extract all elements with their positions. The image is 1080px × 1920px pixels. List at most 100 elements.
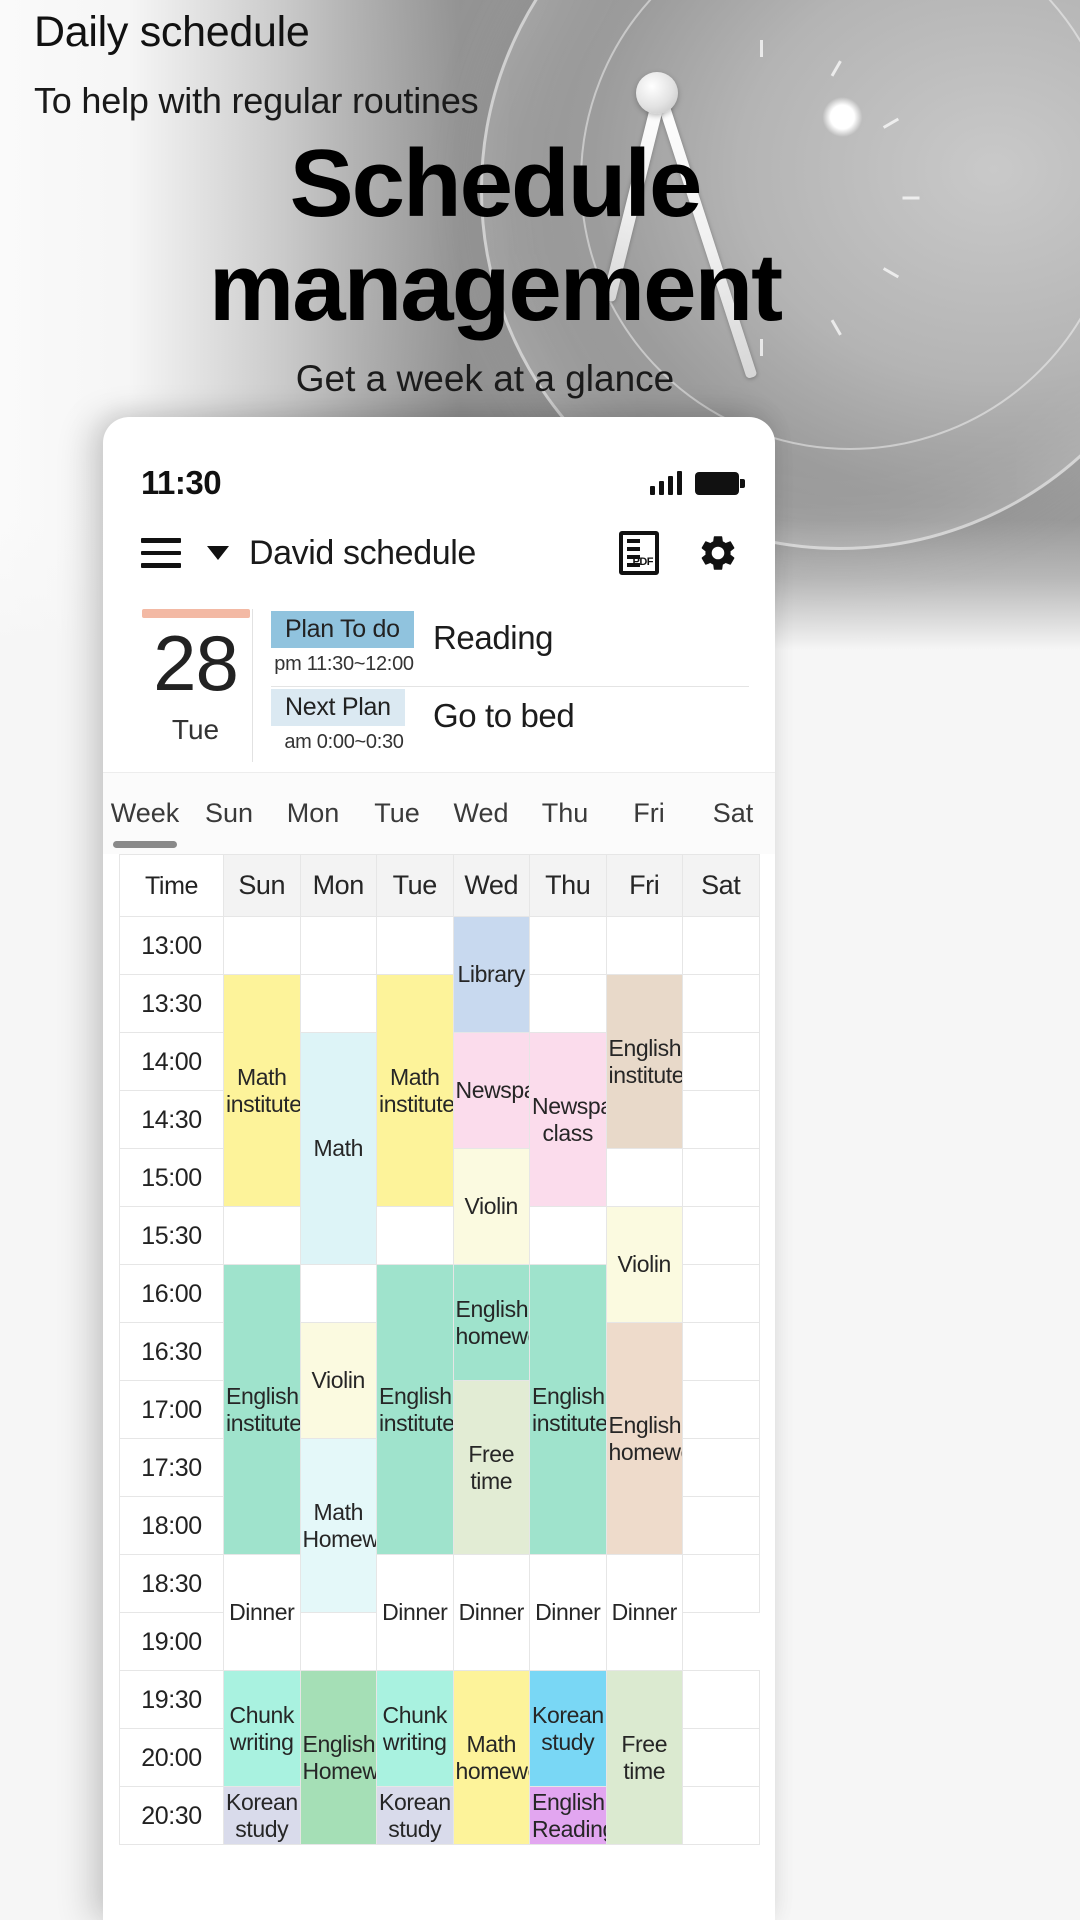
week-tab-fri[interactable]: Fri [607, 773, 691, 854]
schedule-empty-cell[interactable] [605, 916, 683, 975]
schedule-event-label: Free time [468, 1441, 515, 1494]
week-tab-sat[interactable]: Sat [691, 773, 775, 854]
schedule-empty-cell[interactable] [223, 916, 301, 975]
schedule-event-cell[interactable]: Violin [452, 1148, 530, 1265]
schedule-event-label: Math homework [455, 1731, 529, 1784]
week-tab-week[interactable]: Week [103, 773, 187, 854]
schedule-event-cell[interactable]: English Homework [299, 1670, 377, 1845]
schedule-event-cell[interactable]: Free time [452, 1380, 530, 1555]
schedule-event-label: Korean study [532, 1702, 604, 1755]
schedule-event-cell[interactable]: English institute [376, 1264, 454, 1555]
plan-row-current[interactable]: Plan To do pm 11:30~12:00 Reading [271, 609, 749, 687]
hamburger-menu-icon[interactable] [141, 538, 181, 568]
schedule-time-label: 13:00 [119, 916, 224, 975]
schedule-empty-cell[interactable] [529, 974, 607, 1033]
schedule-event-cell[interactable]: Dinner [452, 1554, 530, 1671]
schedule-empty-cell[interactable] [223, 1206, 301, 1265]
schedule-empty-cell[interactable] [682, 1786, 760, 1845]
schedule-event-cell[interactable]: Violin [299, 1322, 377, 1439]
schedule-event-cell[interactable]: Chunk writing [376, 1670, 454, 1787]
schedule-empty-cell[interactable] [376, 1206, 454, 1265]
schedule-event-cell[interactable]: English institute [605, 974, 683, 1149]
schedule-time-label: 16:30 [119, 1322, 224, 1381]
pdf-export-icon[interactable]: PDF [619, 531, 659, 575]
schedule-empty-cell[interactable] [682, 1496, 760, 1555]
schedule-empty-cell[interactable] [682, 1032, 760, 1091]
schedule-title[interactable]: David schedule [249, 534, 603, 573]
schedule-empty-cell[interactable] [299, 974, 377, 1033]
schedule-empty-cell[interactable] [299, 1264, 377, 1323]
week-tab-thu[interactable]: Thu [523, 773, 607, 854]
schedule-event-cell[interactable]: Math [299, 1032, 377, 1265]
schedule-event-cell[interactable]: Newspaper class [529, 1032, 607, 1207]
schedule-row: 15:30 Violin [119, 1206, 760, 1323]
schedule-empty-cell[interactable] [682, 1554, 760, 1613]
schedule-empty-cell[interactable] [682, 974, 760, 1033]
gear-icon[interactable] [697, 532, 739, 574]
schedule-empty-cell[interactable] [682, 1670, 760, 1729]
schedule-empty-cell[interactable] [299, 916, 377, 975]
schedule-empty-cell[interactable] [682, 916, 760, 975]
schedule-col-header-time: Time [119, 854, 224, 917]
schedule-event-cell[interactable]: Math institute [223, 974, 301, 1207]
schedule-event-label: Dinner [382, 1599, 448, 1626]
schedule-event-cell[interactable]: English homework [452, 1264, 530, 1381]
hero-tagline: Get a week at a glance [295, 358, 675, 399]
schedule-event-cell[interactable]: Korean study [223, 1786, 301, 1845]
schedule-event-cell[interactable]: Korean study [376, 1786, 454, 1845]
schedule-empty-cell[interactable] [529, 1206, 607, 1265]
plan-left-next: Next Plan am 0:00~0:30 [271, 689, 417, 754]
hero-subkicker: To help with regular routines [34, 80, 479, 121]
status-bar: 11:30 [103, 417, 775, 517]
schedule-event-cell[interactable]: Dinner [376, 1554, 454, 1671]
schedule-empty-cell[interactable] [682, 1728, 760, 1787]
schedule-event-cell[interactable]: English institute [223, 1264, 301, 1555]
schedule-event-cell[interactable]: Dinner [605, 1554, 683, 1671]
plan-row-next[interactable]: Next Plan am 0:00~0:30 Go to bed [271, 687, 749, 762]
schedule-empty-cell[interactable] [376, 916, 454, 975]
schedule-event-label: Chunk writing [229, 1702, 295, 1755]
schedule-empty-cell[interactable] [682, 1438, 760, 1497]
schedule-event-cell[interactable]: Violin [605, 1206, 683, 1323]
schedule-event-cell[interactable]: English institute [529, 1264, 607, 1555]
schedule-empty-cell[interactable] [682, 1206, 760, 1265]
schedule-event-label: English homework [455, 1296, 529, 1349]
schedule-empty-cell[interactable] [682, 1090, 760, 1149]
schedule-event-label: English institute [226, 1383, 300, 1436]
promo-page: Daily schedule To help with regular rout… [0, 0, 1080, 1920]
schedule-event-cell[interactable]: Korean study [529, 1670, 607, 1787]
schedule-empty-cell[interactable] [682, 1380, 760, 1439]
schedule-event-label: Korean study [226, 1789, 298, 1842]
app-bar: David schedule PDF [103, 517, 775, 593]
schedule-event-label: English homework [608, 1412, 682, 1465]
schedule-time-label: 18:30 [119, 1554, 224, 1613]
schedule-empty-cell[interactable] [605, 1148, 683, 1207]
schedule-event-cell[interactable]: English homework [605, 1322, 683, 1555]
schedule-event-cell[interactable]: Library [452, 916, 530, 1033]
schedule-time-label: 15:00 [119, 1148, 224, 1207]
schedule-event-cell[interactable]: Free time [605, 1670, 683, 1845]
week-tab-sun[interactable]: Sun [187, 773, 271, 854]
week-tab-tue[interactable]: Tue [355, 773, 439, 854]
schedule-event-cell[interactable]: English Reading [529, 1786, 607, 1845]
schedule-time-label: 14:00 [119, 1032, 224, 1091]
week-tab-wed[interactable]: Wed [439, 773, 523, 854]
schedule-empty-cell[interactable] [299, 1612, 377, 1671]
schedule-empty-cell[interactable] [682, 1264, 760, 1323]
plan-chip-next: Next Plan [271, 689, 405, 726]
schedule-col-header-wed: Wed [452, 854, 530, 917]
schedule-event-cell[interactable]: Dinner [223, 1554, 301, 1671]
schedule-col-header-tue: Tue [376, 854, 454, 917]
schedule-event-cell[interactable]: Dinner [529, 1554, 607, 1671]
chevron-down-icon[interactable] [207, 546, 229, 560]
schedule-empty-cell[interactable] [529, 916, 607, 975]
schedule-row: 18:30 Dinner Dinner Dinner Dinner Dinner [119, 1554, 760, 1671]
schedule-event-cell[interactable]: Chunk writing [223, 1670, 301, 1787]
schedule-event-cell[interactable]: Newspaper [452, 1032, 530, 1149]
schedule-event-cell[interactable]: Math Homework [299, 1438, 377, 1613]
schedule-empty-cell[interactable] [682, 1322, 760, 1381]
schedule-event-cell[interactable]: Math homework [452, 1670, 530, 1845]
schedule-empty-cell[interactable] [682, 1148, 760, 1207]
week-tab-mon[interactable]: Mon [271, 773, 355, 854]
schedule-event-cell[interactable]: Math institute [376, 974, 454, 1207]
